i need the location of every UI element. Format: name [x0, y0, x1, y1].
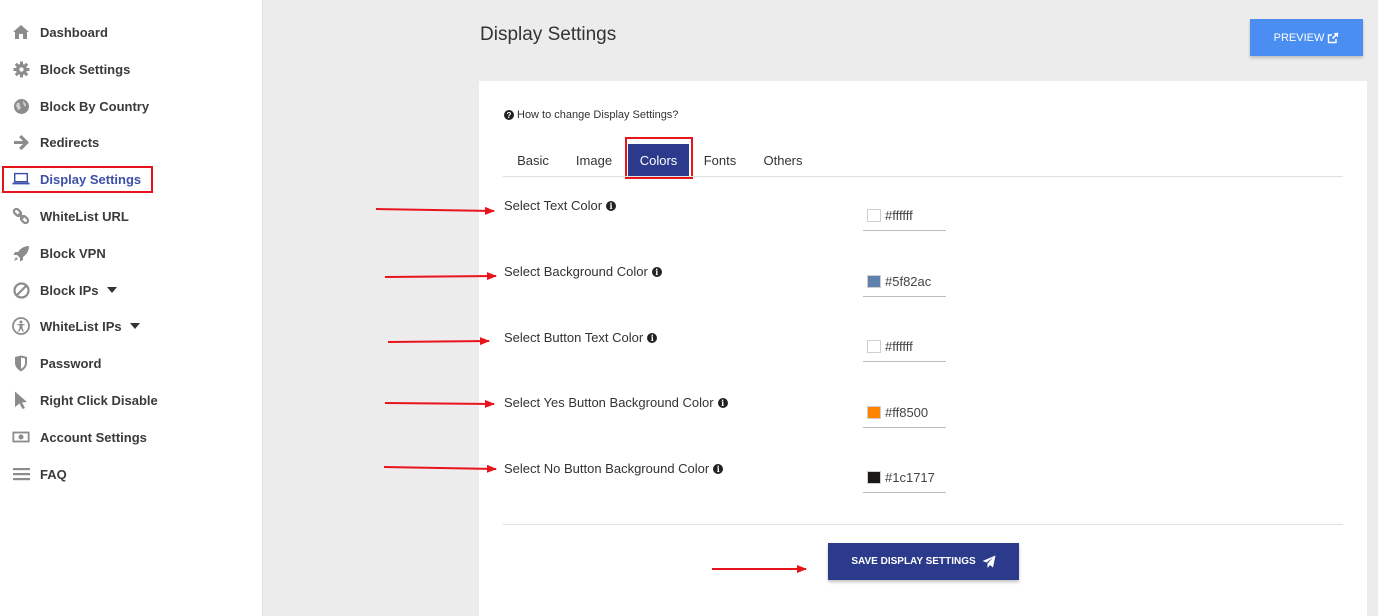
sidebar-item-label: Right Click Disable	[40, 392, 158, 408]
accessibility-icon	[12, 317, 30, 335]
info-icon[interactable]: i	[717, 397, 728, 408]
no-button-bg-color-value: #1c1717	[885, 470, 935, 485]
no-button-bg-color-swatch[interactable]	[867, 471, 881, 484]
preview-button-label: PREVIEW	[1273, 31, 1325, 44]
sidebar-item-label: Password	[40, 355, 102, 371]
form-divider	[503, 524, 1343, 525]
sidebar-item-label: Account Settings	[40, 429, 147, 445]
button-text-color-label: Select Button Text Color i	[504, 330, 658, 345]
sidebar-item-dashboard[interactable]: Dashboard	[0, 17, 263, 47]
background-color-label-text: Select Background Color	[504, 264, 648, 279]
background-color-value: #5f82ac	[885, 274, 932, 289]
annotation-arrow	[375, 206, 495, 215]
sidebar-item-block-by-country[interactable]: Block By Country	[0, 91, 263, 121]
sidebar-item-block-settings[interactable]: Block Settings	[0, 54, 263, 84]
no-button-bg-color-label: Select No Button Background Color i	[504, 461, 724, 476]
sidebar-item-label: Redirects	[40, 134, 100, 150]
rocket-icon	[12, 244, 30, 262]
button-text-color-value: #ffffff	[885, 339, 913, 354]
preview-button[interactable]: PREVIEW	[1250, 19, 1363, 56]
gear-icon	[12, 60, 30, 78]
money-icon	[12, 428, 30, 446]
save-display-settings-button[interactable]: SAVE DISPLAY SETTINGS	[828, 543, 1019, 580]
background-color-swatch[interactable]	[867, 275, 881, 288]
tab-fonts[interactable]: Fonts	[696, 144, 744, 176]
text-color-label-text: Select Text Color	[504, 198, 603, 213]
sidebar-item-block-vpn[interactable]: Block VPN	[0, 238, 263, 268]
yes-button-bg-color-swatch[interactable]	[867, 406, 881, 419]
info-icon[interactable]: i	[713, 463, 724, 474]
yes-button-bg-color-label: Select Yes Button Background Color i	[504, 395, 728, 410]
button-text-color-label-text: Select Button Text Color	[504, 330, 644, 345]
sidebar: Dashboard Block Settings Block By Countr…	[0, 0, 263, 616]
sidebar-item-redirects[interactable]: Redirects	[0, 127, 263, 157]
cursor-icon	[12, 391, 30, 409]
button-text-color-swatch[interactable]	[867, 340, 881, 353]
info-icon[interactable]: i	[647, 332, 658, 343]
text-color-input[interactable]: #ffffff	[863, 201, 946, 231]
link-icon	[12, 207, 30, 225]
external-link-icon	[1328, 31, 1339, 43]
question-circle-icon: ?	[504, 110, 514, 120]
globe-icon	[12, 97, 30, 115]
sidebar-item-right-click-disable[interactable]: Right Click Disable	[0, 385, 263, 415]
sidebar-item-label: Block IPs	[40, 282, 99, 298]
yes-button-bg-color-value: #ff8500	[885, 405, 929, 420]
tab-image[interactable]: Image	[566, 144, 622, 176]
help-link[interactable]: ? How to change Display Settings?	[504, 109, 678, 121]
yes-button-bg-color-input[interactable]: #ff8500	[863, 398, 946, 428]
sidebar-item-whitelist-url[interactable]: WhiteList URL	[0, 201, 263, 231]
ban-icon	[12, 281, 30, 299]
no-button-bg-color-input[interactable]: #1c1717	[863, 463, 946, 493]
annotation-highlight-box	[2, 166, 153, 193]
sidebar-item-password[interactable]: Password	[0, 348, 263, 378]
home-icon	[12, 23, 30, 41]
text-color-value: #ffffff	[885, 208, 913, 223]
annotation-highlight-box	[625, 137, 693, 179]
text-color-swatch[interactable]	[867, 209, 881, 222]
sidebar-item-account-settings[interactable]: Account Settings	[0, 422, 263, 452]
sidebar-item-label: WhiteList URL	[40, 208, 129, 224]
sidebar-item-label: Dashboard	[40, 24, 108, 40]
sidebar-item-label: Block VPN	[40, 245, 106, 261]
background-color-input[interactable]: #5f82ac	[863, 267, 946, 297]
sidebar-item-whitelist-ips[interactable]: WhiteList IPs	[0, 311, 263, 341]
background-color-label: Select Background Color i	[504, 264, 662, 279]
arrow-right-icon	[12, 133, 30, 151]
sidebar-item-label: Block By Country	[40, 98, 150, 114]
info-icon[interactable]: i	[606, 200, 617, 211]
sidebar-item-label: WhiteList IPs	[40, 318, 122, 334]
tabs-divider	[503, 176, 1343, 177]
help-link-text: How to change Display Settings?	[517, 109, 679, 121]
annotation-arrow	[387, 337, 490, 346]
tab-others[interactable]: Others	[754, 144, 812, 176]
annotation-arrow	[384, 399, 495, 408]
page-title: Display Settings	[480, 24, 617, 45]
yes-button-bg-color-label-text: Select Yes Button Background Color	[504, 395, 714, 410]
caret-down-icon	[106, 287, 117, 293]
shield-icon	[12, 354, 30, 372]
sidebar-item-faq[interactable]: FAQ	[0, 459, 263, 489]
save-button-label: SAVE DISPLAY SETTINGS	[851, 556, 976, 567]
button-text-color-input[interactable]: #ffffff	[863, 332, 946, 362]
sidebar-item-label: Block Settings	[40, 61, 131, 77]
no-button-bg-color-label-text: Select No Button Background Color	[504, 461, 710, 476]
paper-plane-icon	[982, 555, 996, 568]
tab-basic[interactable]: Basic	[506, 144, 560, 176]
info-icon[interactable]: i	[651, 266, 662, 277]
caret-down-icon	[129, 323, 140, 329]
sidebar-item-label: FAQ	[40, 466, 67, 482]
text-color-label: Select Text Color i	[504, 198, 617, 213]
sidebar-item-block-ips[interactable]: Block IPs	[0, 275, 263, 305]
bars-icon	[12, 465, 30, 483]
